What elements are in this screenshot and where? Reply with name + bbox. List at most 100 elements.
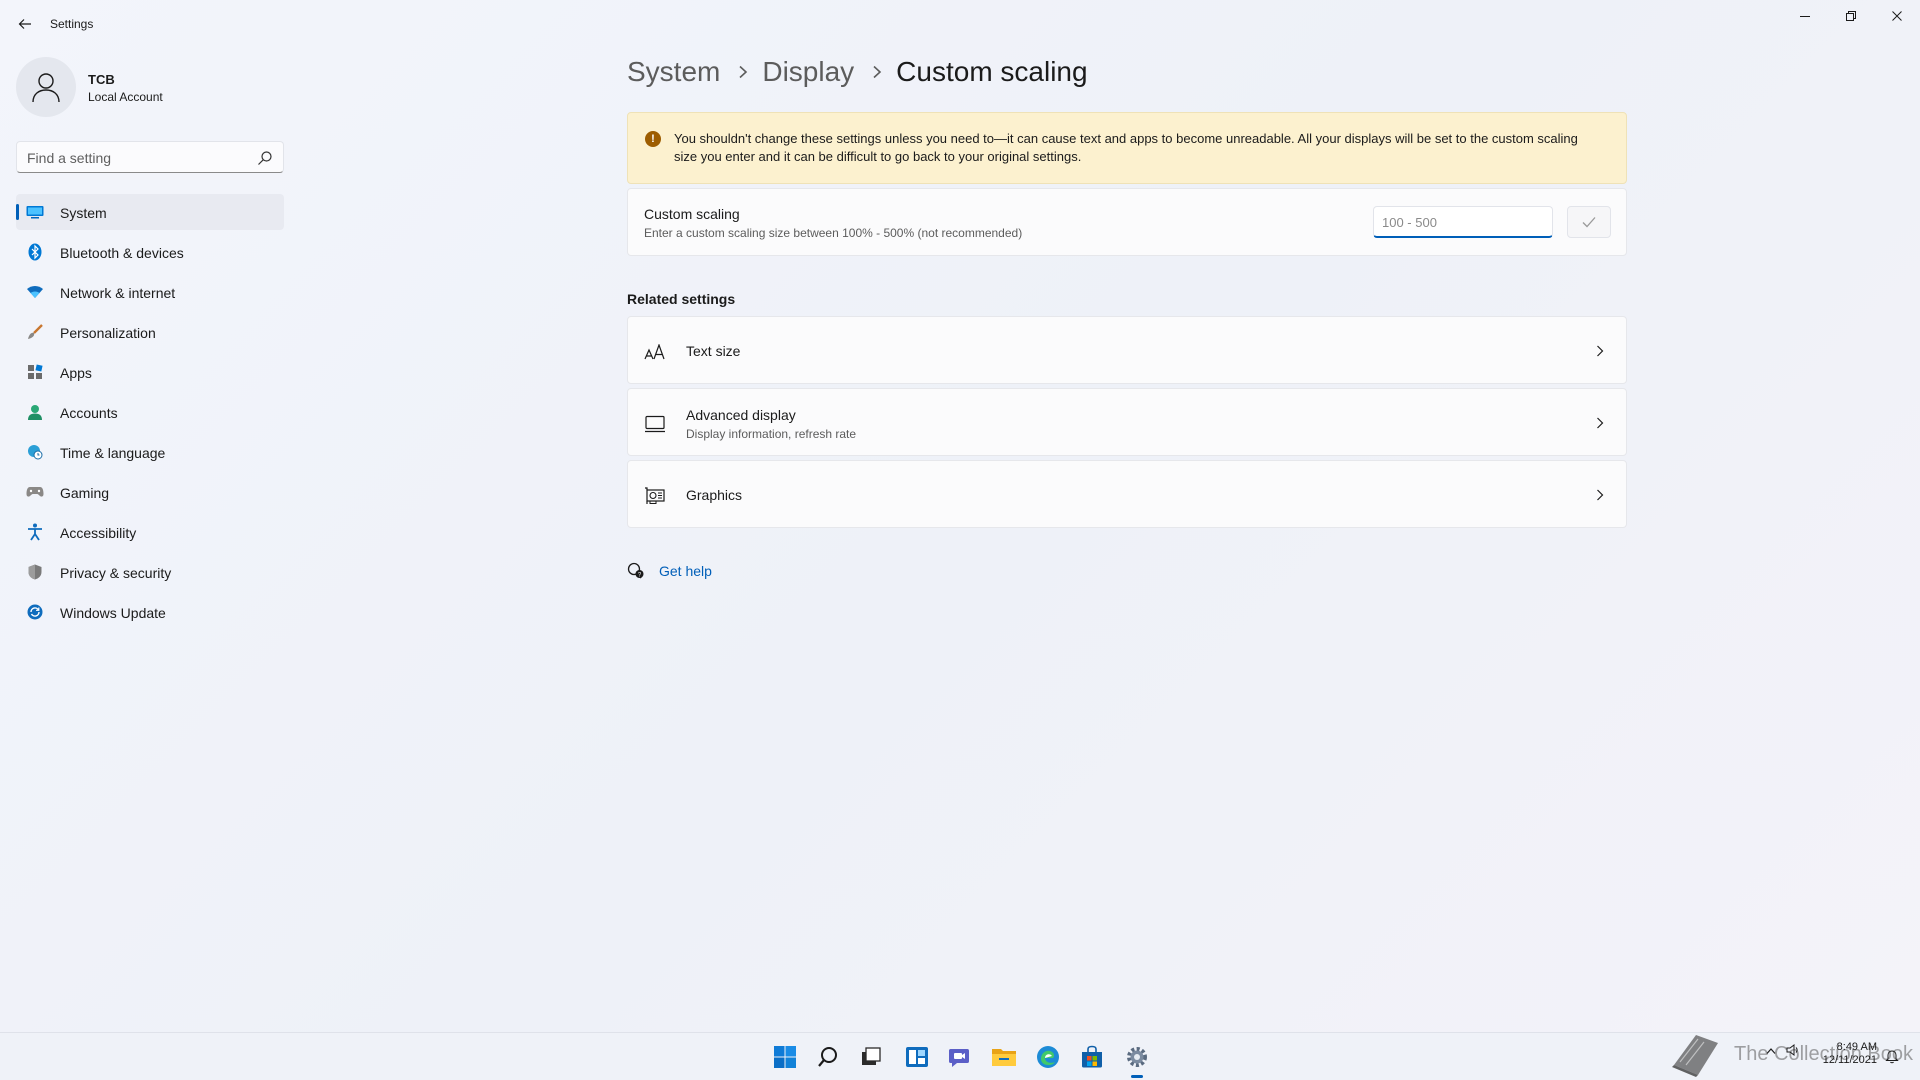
globe-clock-icon [26, 443, 44, 461]
taskbar-clock[interactable]: 8:49 AM 12/11/2021 [1817, 1041, 1877, 1067]
sidebar-item-bluetooth[interactable]: Bluetooth & devices [16, 234, 284, 270]
warning-text: You shouldn't change these settings unle… [674, 131, 1578, 164]
chat-icon [949, 1049, 969, 1067]
file-explorer-button[interactable] [990, 1043, 1018, 1071]
volume-icon[interactable] [1786, 1044, 1800, 1059]
restore-button[interactable] [1831, 6, 1871, 26]
text-size-label: Text size [686, 343, 741, 359]
widgets-button[interactable] [903, 1043, 931, 1071]
scaling-input-box[interactable] [1373, 206, 1553, 238]
sidebar-item-label: System [60, 205, 107, 221]
advanced-display-description: Display information, refresh rate [686, 427, 857, 441]
task-view-icon [862, 1047, 881, 1065]
sidebar-item-accessibility[interactable]: Accessibility [16, 514, 284, 550]
chat-button[interactable] [946, 1043, 974, 1071]
sidebar-item-windows-update[interactable]: Windows Update [16, 594, 284, 630]
taskbar-search-button[interactable] [814, 1043, 842, 1071]
monitor-icon [644, 413, 666, 435]
scaling-input[interactable] [1382, 213, 1542, 231]
sidebar-item-label: Privacy & security [60, 565, 172, 581]
breadcrumb-display[interactable]: Display [762, 56, 854, 88]
book-logo-icon [1672, 1035, 1718, 1077]
wifi-icon [26, 283, 44, 301]
graphics-link[interactable]: Graphics [627, 460, 1627, 528]
restore-icon [1846, 11, 1856, 21]
sidebar-item-label: Time & language [60, 445, 166, 461]
graphics-card-icon [644, 485, 666, 507]
minimize-button[interactable] [1785, 6, 1825, 26]
chevron-up-icon[interactable] [1766, 1044, 1776, 1059]
sidebar-item-personalization[interactable]: Personalization [16, 314, 284, 350]
warning-icon: ! [645, 131, 661, 147]
chevron-right-icon [1592, 415, 1608, 431]
sidebar-item-label: Accessibility [60, 525, 137, 541]
notification-icon[interactable] [1884, 1048, 1900, 1064]
apps-icon [26, 363, 44, 381]
store-icon [1082, 1045, 1102, 1068]
account-type: Local Account [88, 90, 163, 104]
sidebar-item-system[interactable]: System [16, 194, 284, 230]
warning-banner: ! You shouldn't change these settings un… [627, 112, 1627, 184]
edge-button[interactable] [1034, 1043, 1062, 1071]
text-size-icon [644, 341, 666, 363]
start-button[interactable] [771, 1043, 799, 1071]
person-icon [32, 73, 60, 103]
sidebar-item-label: Apps [60, 365, 92, 381]
page-title: Custom scaling [896, 56, 1088, 87]
advanced-display-link[interactable]: Advanced display Display information, re… [627, 388, 1627, 456]
account-icon [26, 403, 44, 421]
related-settings-heading: Related settings [627, 291, 736, 307]
clock-date: 12/11/2021 [1822, 1054, 1877, 1066]
sidebar-item-privacy-security[interactable]: Privacy & security [16, 554, 284, 590]
search-icon [258, 151, 272, 165]
get-help-link[interactable]: ? Get help [627, 561, 712, 581]
settings-icon [1127, 1047, 1147, 1067]
advanced-display-label: Advanced display [686, 407, 796, 423]
bluetooth-icon [26, 243, 44, 261]
sidebar-item-label: Network & internet [60, 285, 176, 301]
sidebar-item-label: Accounts [60, 405, 118, 421]
text-size-link[interactable]: Text size [627, 316, 1627, 384]
custom-scaling-description: Enter a custom scaling size between 100%… [644, 226, 1023, 240]
sidebar-item-apps[interactable]: Apps [16, 354, 284, 390]
file-explorer-icon [992, 1049, 1016, 1066]
sidebar-item-network[interactable]: Network & internet [16, 274, 284, 310]
active-app-indicator [1131, 1075, 1143, 1078]
graphics-label: Graphics [686, 487, 743, 503]
update-icon [26, 603, 44, 621]
widgets-icon [906, 1047, 928, 1067]
avatar [16, 57, 76, 117]
sidebar-item-time-language[interactable]: Time & language [16, 434, 284, 470]
sidebar-item-label: Gaming [60, 485, 110, 501]
sidebar-item-label: Windows Update [60, 605, 166, 621]
breadcrumb: System Display Custom scaling [627, 56, 1088, 88]
chevron-right-icon [872, 65, 882, 79]
title-bar: Settings [0, 0, 1920, 48]
system-display-icon [26, 203, 44, 221]
system-tray [1766, 1044, 1800, 1059]
breadcrumb-system[interactable]: System [627, 56, 720, 88]
accessibility-icon [26, 523, 44, 541]
clock-time: 8:49 AM [1836, 1041, 1877, 1053]
back-button[interactable] [14, 13, 36, 35]
chevron-right-icon [1592, 487, 1608, 503]
minimize-icon [1800, 16, 1810, 17]
get-help-label: Get help [659, 563, 712, 579]
apply-scaling-button[interactable] [1567, 206, 1611, 238]
start-icon [774, 1046, 796, 1068]
sidebar-item-label: Bluetooth & devices [60, 245, 184, 261]
sidebar-item-accounts[interactable]: Accounts [16, 394, 284, 430]
user-name: TCB [88, 72, 115, 87]
search-input[interactable] [27, 148, 247, 168]
custom-scaling-title: Custom scaling [644, 206, 740, 222]
chevron-right-icon [738, 65, 748, 79]
settings-taskbar-button[interactable] [1123, 1043, 1151, 1071]
sidebar-item-gaming[interactable]: Gaming [16, 474, 284, 510]
search-box[interactable] [16, 141, 284, 173]
search-icon [818, 1047, 837, 1067]
help-chat-icon: ? [627, 562, 645, 580]
store-button[interactable] [1078, 1043, 1106, 1071]
task-view-button[interactable] [857, 1043, 885, 1071]
sidebar-item-label: Personalization [60, 325, 156, 341]
close-button[interactable] [1877, 6, 1917, 26]
